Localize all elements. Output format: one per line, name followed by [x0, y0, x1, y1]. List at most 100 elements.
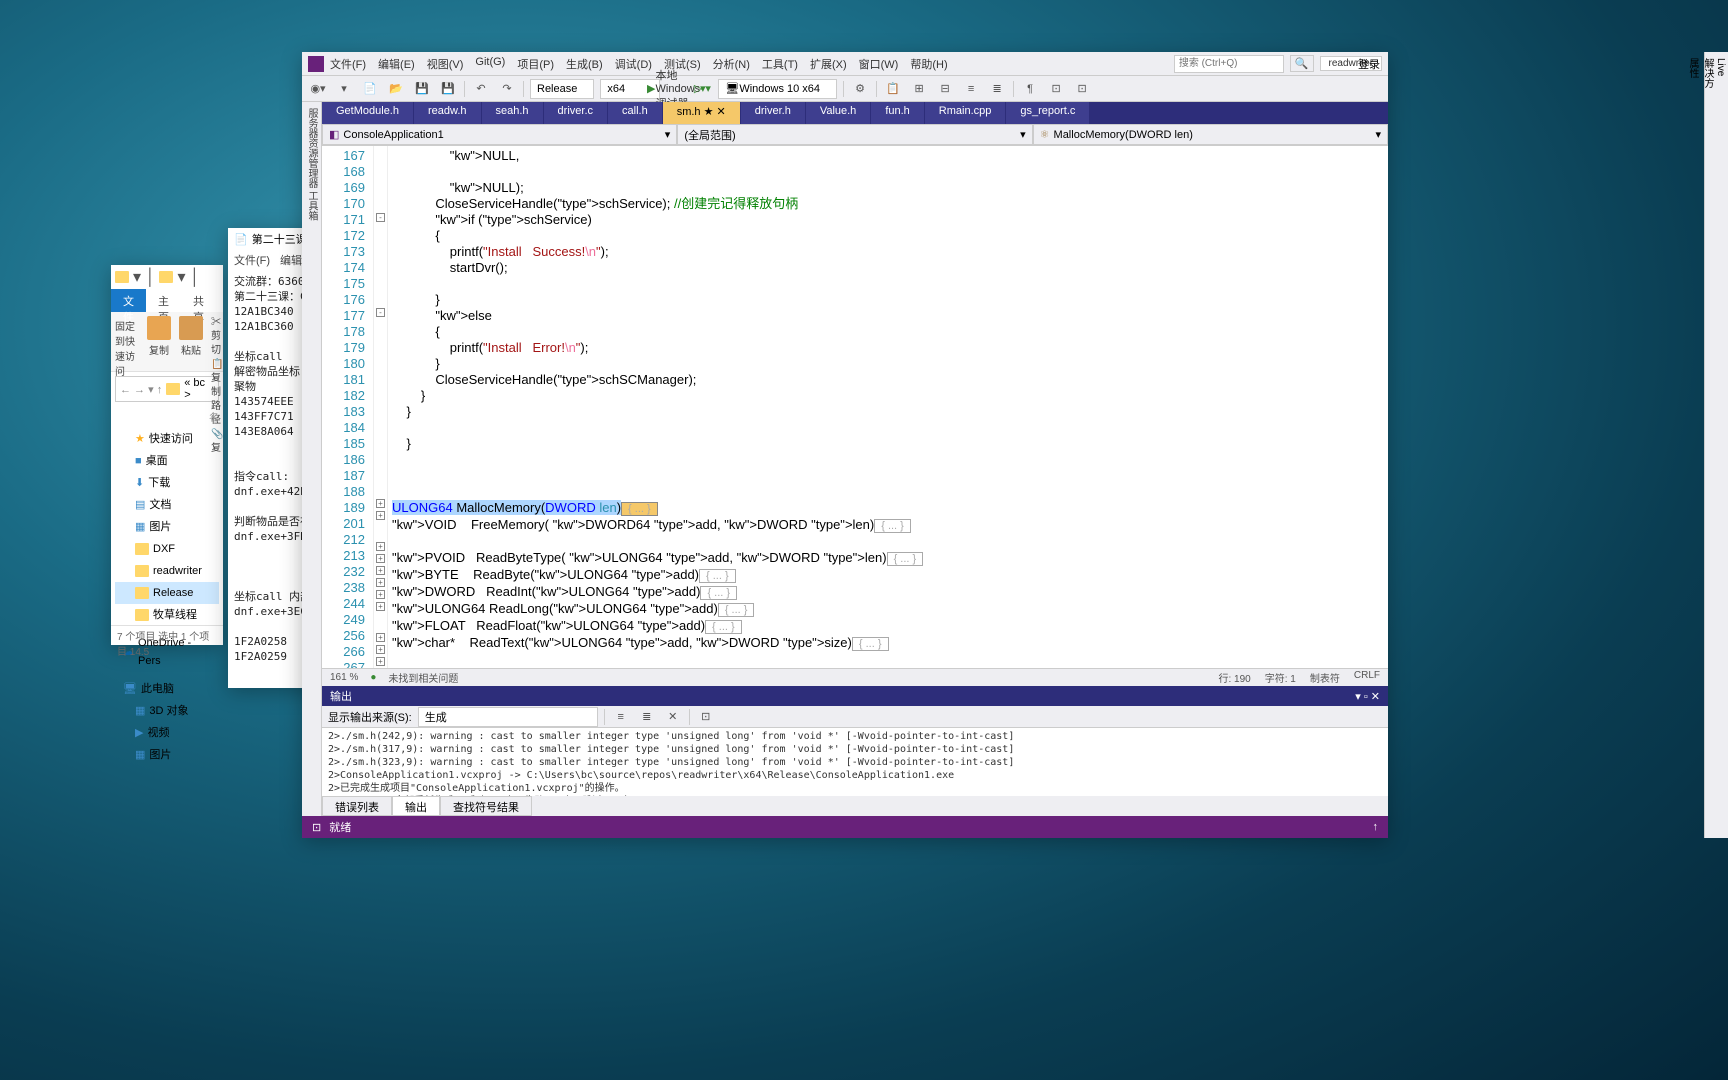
- file-tab[interactable]: readw.h: [414, 102, 482, 124]
- file-tab[interactable]: fun.h: [871, 102, 924, 124]
- redo-button[interactable]: ↷: [497, 79, 517, 99]
- menu-item[interactable]: 工具(T): [762, 56, 798, 72]
- tb-icon[interactable]: ⊟: [935, 79, 955, 99]
- file-tab[interactable]: sm.h ★ ✕: [663, 102, 741, 124]
- tb-icon[interactable]: ≣: [987, 79, 1007, 99]
- vs-nav-bar: ◧ConsoleApplication1▾ (全局范围)▾ ⚛MallocMem…: [322, 124, 1388, 146]
- tree-quick-access[interactable]: ★快速访问: [115, 428, 219, 450]
- explorer-ribbon-tabs: 文件 主页 共享 查: [111, 289, 223, 312]
- paste-button[interactable]: 粘贴: [179, 316, 203, 367]
- menu-item[interactable]: 调试(D): [615, 56, 652, 72]
- open-button[interactable]: 📂: [386, 79, 406, 99]
- tab-output[interactable]: 输出: [392, 796, 440, 816]
- copy-button[interactable]: 复制: [147, 316, 171, 367]
- forward-button[interactable]: ▾: [334, 79, 354, 99]
- tab-share[interactable]: 共享: [181, 289, 216, 312]
- debug-button[interactable]: ▶ 本地 Windows 调试器 ▾: [666, 79, 686, 99]
- tree-item[interactable]: 牧草线程: [115, 604, 219, 626]
- notepad-icon: 📄: [234, 233, 248, 246]
- tb-icon[interactable]: ⊡: [1046, 79, 1066, 99]
- file-tab[interactable]: driver.h: [741, 102, 806, 124]
- tree-item[interactable]: ■桌面: [115, 450, 219, 472]
- tab-findsymbol[interactable]: 查找符号结果: [440, 796, 532, 816]
- output-body[interactable]: 2>./sm.h(242,9): warning : cast to small…: [322, 728, 1388, 796]
- menu-item[interactable]: 窗口(W): [859, 56, 899, 72]
- tree-thispc[interactable]: 🖥此电脑: [115, 678, 219, 700]
- file-tab[interactable]: Rmain.cpp: [925, 102, 1007, 124]
- menu-item[interactable]: Git(G): [475, 56, 505, 72]
- tb-icon[interactable]: ⊡: [1072, 79, 1092, 99]
- undo-button[interactable]: ↶: [471, 79, 491, 99]
- zoom-level[interactable]: 161 %: [330, 672, 358, 683]
- output-panel: 输出 ▾ ▫ ✕ 显示输出来源(S): 生成 ≡ ≣ ✕ ⊡ 2>./sm.h(…: [322, 686, 1388, 796]
- tree-item[interactable]: ⬇下载: [115, 472, 219, 494]
- back-button[interactable]: ◉▾: [308, 79, 328, 99]
- panel-controls[interactable]: ▾ ▫ ✕: [1355, 690, 1380, 703]
- menu-item[interactable]: 分析(N): [713, 56, 750, 72]
- vs-editor[interactable]: 1671681691701711721731741751761771781791…: [322, 146, 1388, 668]
- menu-file[interactable]: 文件(F): [234, 252, 270, 268]
- menu-item[interactable]: 编辑(E): [378, 56, 415, 72]
- tab-home[interactable]: 主页: [146, 289, 181, 312]
- tree-item[interactable]: ▦3D 对象: [115, 700, 219, 722]
- document-icon: ▤: [135, 496, 145, 514]
- saveall-button[interactable]: 💾: [438, 79, 458, 99]
- config-select[interactable]: Release: [530, 79, 594, 99]
- tree-item[interactable]: ▶视频: [115, 722, 219, 744]
- cut-button[interactable]: ✂ 剪切: [211, 316, 223, 358]
- tree-item[interactable]: ▤文档: [115, 494, 219, 516]
- tree-item[interactable]: readwriter: [115, 560, 219, 582]
- menu-item[interactable]: 文件(F): [330, 56, 366, 72]
- tb-icon[interactable]: ⊞: [909, 79, 929, 99]
- menu-item[interactable]: 视图(V): [427, 56, 464, 72]
- tb-icon[interactable]: ⊡: [696, 707, 716, 727]
- file-tab[interactable]: gs_report.c: [1006, 102, 1090, 124]
- line-gutter: 1671681691701711721731741751761771781791…: [322, 146, 374, 668]
- shortcut-button[interactable]: 📎 复: [211, 428, 223, 456]
- explorer-titlebar[interactable]: ▾ │ ▾ │: [111, 265, 223, 289]
- file-tab[interactable]: driver.c: [544, 102, 608, 124]
- output-title[interactable]: 输出 ▾ ▫ ✕: [322, 686, 1388, 706]
- status-text: 就绪: [329, 819, 351, 835]
- search-input[interactable]: [1174, 55, 1284, 73]
- vs-right-panels[interactable]: Live 解决方 属性: [1704, 52, 1728, 838]
- code-area[interactable]: "kw">NULL, "kw">NULL); CloseServiceHandl…: [388, 146, 1388, 668]
- menu-item[interactable]: 项目(P): [517, 56, 554, 72]
- tb-icon[interactable]: ≡: [611, 707, 631, 727]
- tab-file[interactable]: 文件: [111, 289, 146, 312]
- tb-icon[interactable]: ⚙: [850, 79, 870, 99]
- tb-icon[interactable]: ✕: [663, 707, 683, 727]
- nav-member[interactable]: ⚛MallocMemory(DWORD len)▾: [1033, 124, 1388, 145]
- tab-errorlist[interactable]: 错误列表: [322, 796, 392, 816]
- search-button[interactable]: 🔍: [1290, 55, 1314, 72]
- menu-item[interactable]: 扩展(X): [810, 56, 847, 72]
- status-up-icon[interactable]: ↑: [1373, 821, 1379, 833]
- tree-item[interactable]: ▦图片: [115, 516, 219, 538]
- tree-item-release[interactable]: Release: [115, 582, 219, 604]
- tree-item[interactable]: ▦图片: [115, 744, 219, 766]
- target-select[interactable]: 🖥 Windows 10 x64: [718, 79, 837, 99]
- new-button[interactable]: 📄: [360, 79, 380, 99]
- menu-item[interactable]: 帮助(H): [910, 56, 947, 72]
- file-tab[interactable]: GetModule.h: [322, 102, 414, 124]
- tree-item[interactable]: DXF: [115, 538, 219, 560]
- file-tab[interactable]: call.h: [608, 102, 663, 124]
- output-source-select[interactable]: 生成: [418, 707, 598, 727]
- nav-project[interactable]: ◧ConsoleApplication1▾: [322, 124, 677, 145]
- menu-item[interactable]: 生成(B): [566, 56, 603, 72]
- vs-titlebar[interactable]: 文件(F)编辑(E)视图(V)Git(G)项目(P)生成(B)调试(D)测试(S…: [302, 52, 1388, 76]
- pin-button[interactable]: 固定到快速访问: [115, 316, 139, 367]
- login-link[interactable]: 登录: [1358, 56, 1380, 72]
- save-button[interactable]: 💾: [412, 79, 432, 99]
- run-button[interactable]: ▷ ▾: [692, 79, 712, 99]
- nav-scope[interactable]: (全局范围)▾: [677, 124, 1032, 145]
- tb-icon[interactable]: ¶: [1020, 79, 1040, 99]
- tb-icon[interactable]: ≡: [961, 79, 981, 99]
- file-tab[interactable]: seah.h: [482, 102, 544, 124]
- tb-icon[interactable]: ≣: [637, 707, 657, 727]
- file-tab[interactable]: Value.h: [806, 102, 872, 124]
- explorer-breadcrumb[interactable]: ← → ▾ ↑ « bc >: [115, 376, 219, 402]
- vs-left-sidebar[interactable]: 服务器资源管理器 工具箱: [302, 102, 322, 816]
- download-icon: ⬇: [135, 474, 144, 492]
- tb-icon[interactable]: 📋: [883, 79, 903, 99]
